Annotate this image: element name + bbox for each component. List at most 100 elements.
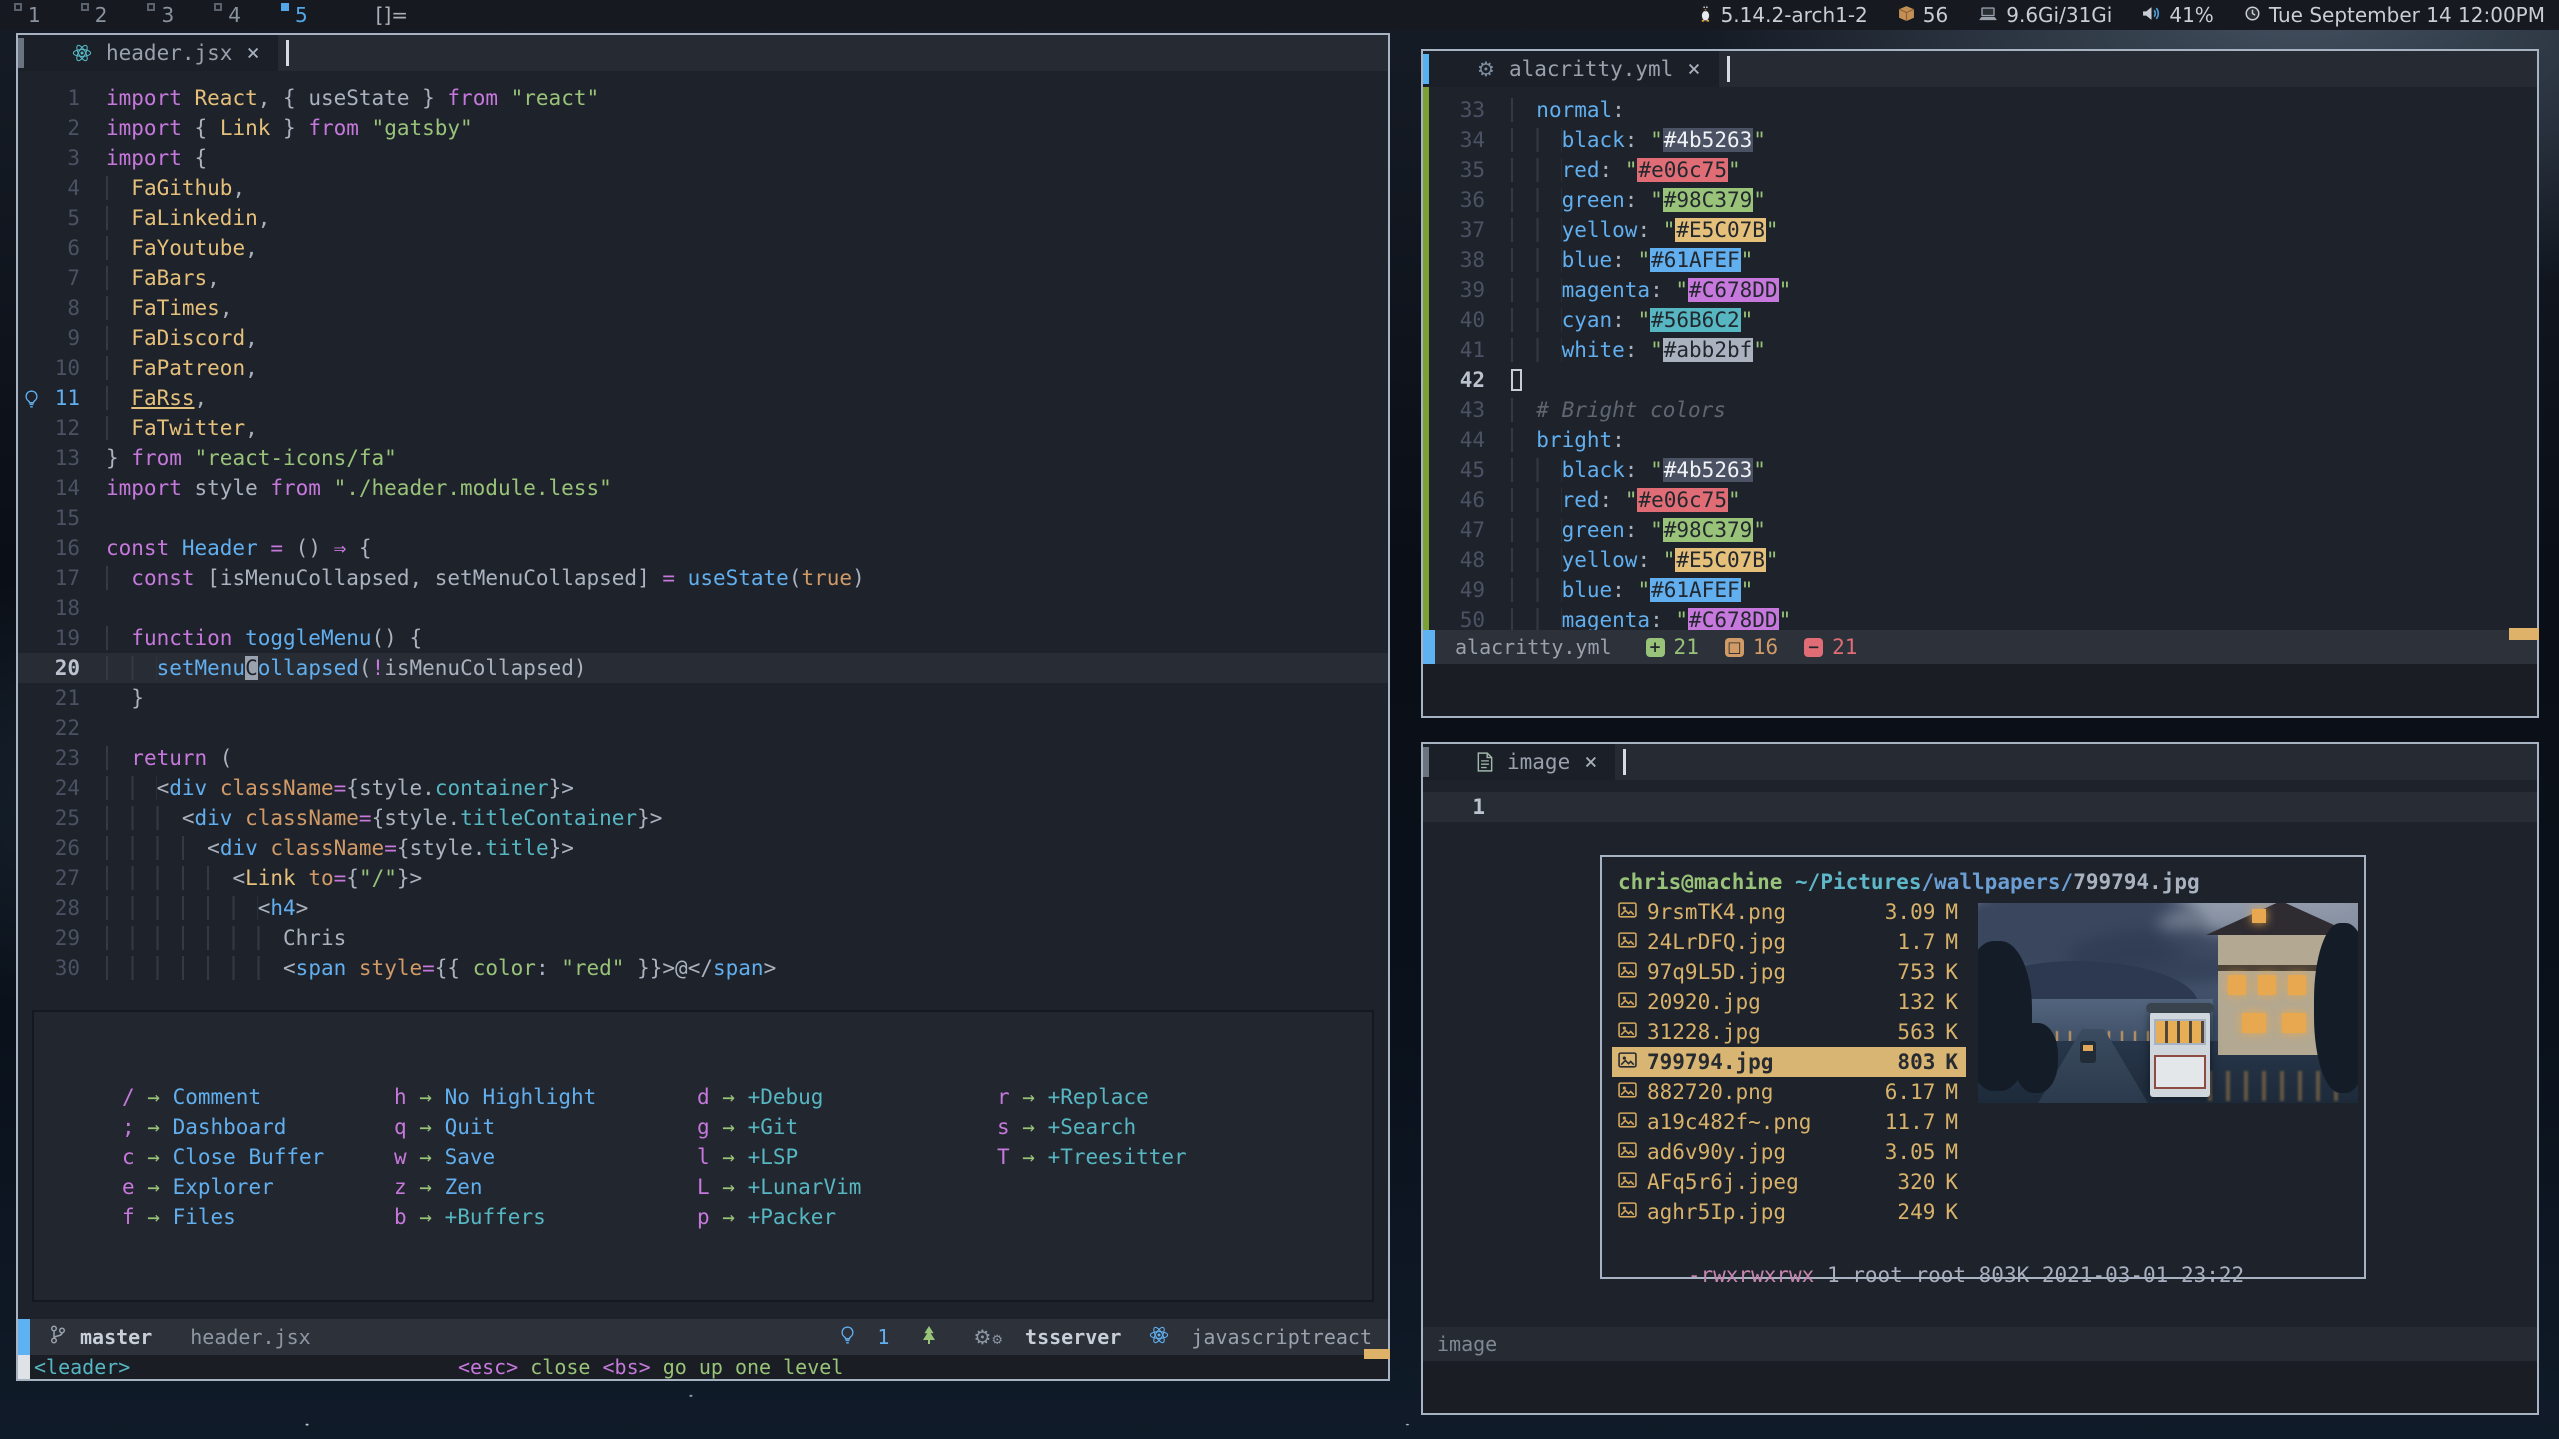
code-line-48[interactable]: 48 yellow: "#E5C07B"	[1423, 545, 2537, 575]
which-key-binding-/[interactable]: / → Comment	[122, 1082, 394, 1112]
code-line-24[interactable]: 24 <div className={style.container}>	[18, 773, 1388, 803]
code-line-18[interactable]: 18	[18, 593, 1388, 623]
file-row-a19c482f~.png[interactable]: a19c482f~.png11.7M	[1612, 1107, 1966, 1137]
scrollbar-indicator[interactable]	[2509, 628, 2539, 640]
which-key-binding-s[interactable]: s → +Search	[997, 1112, 1372, 1142]
tab-close-icon[interactable]: ×	[1584, 750, 1597, 775]
code-line-43[interactable]: 43 # Bright colors	[1423, 395, 2537, 425]
workspace-3[interactable]: 3	[161, 3, 174, 27]
code-line-21[interactable]: 21 }	[18, 683, 1388, 713]
code-line-22[interactable]: 22	[18, 713, 1388, 743]
code-line-8[interactable]: 8 FaTimes,	[18, 293, 1388, 323]
git-branch-name[interactable]: master	[80, 1325, 152, 1349]
workspace-4[interactable]: 4	[228, 3, 241, 27]
code-line-3[interactable]: 3import {	[18, 143, 1388, 173]
editor-window-alacritty-yml[interactable]: ⚙ alacritty.yml × 33 normal:34 black: "#…	[1421, 49, 2539, 718]
code-line-34[interactable]: 34 black: "#4b5263"	[1423, 125, 2537, 155]
command-line[interactable]: <leader> <esc> close <bs> go up one leve…	[18, 1355, 1388, 1379]
code-line-17[interactable]: 17 const [isMenuCollapsed, setMenuCollap…	[18, 563, 1388, 593]
which-key-binding-z[interactable]: z → Zen	[394, 1172, 697, 1202]
code-line-11[interactable]: 11 FaRss,	[18, 383, 1388, 413]
code-line-30[interactable]: 30 <span style={{ color: "red" }}>@</spa…	[18, 953, 1388, 983]
which-key-binding-r[interactable]: r → +Replace	[997, 1082, 1372, 1112]
file-row-882720.png[interactable]: 882720.png6.17M	[1612, 1077, 1966, 1107]
code-line-14[interactable]: 14import style from "./header.module.les…	[18, 473, 1388, 503]
which-key-binding-l[interactable]: l → +LSP	[697, 1142, 997, 1172]
code-text: FaTwitter,	[80, 413, 258, 443]
which-key-binding-q[interactable]: q → Quit	[394, 1112, 697, 1142]
which-key-binding-b[interactable]: b → +Buffers	[394, 1202, 697, 1232]
which-key-binding-f[interactable]: f → Files	[122, 1202, 394, 1232]
file-row-AFq5r6j.jpeg[interactable]: AFq5r6j.jpeg320K	[1612, 1167, 1966, 1197]
code-line-10[interactable]: 10 FaPatreon,	[18, 353, 1388, 383]
code-area-alacritty[interactable]: 33 normal:34 black: "#4b5263"35 red: "#e…	[1423, 87, 2537, 716]
code-line-42[interactable]: 42	[1423, 365, 2537, 395]
file-row-24LrDFQ.jpg[interactable]: 24LrDFQ.jpg1.7M	[1612, 927, 1966, 957]
which-key-binding-g[interactable]: g → +Git	[697, 1112, 997, 1142]
code-line-37[interactable]: 37 yellow: "#E5C07B"	[1423, 215, 2537, 245]
which-key-binding-c[interactable]: c → Close Buffer	[122, 1142, 394, 1172]
code-line-40[interactable]: 40 cyan: "#56B6C2"	[1423, 305, 2537, 335]
tab-close-icon[interactable]: ×	[1687, 57, 1700, 82]
workspace-5[interactable]: 5	[295, 3, 308, 27]
workspace-1[interactable]: 1	[28, 3, 41, 27]
code-line-2[interactable]: 2import { Link } from "gatsby"	[18, 113, 1388, 143]
code-line-41[interactable]: 41 white: "#abb2bf"	[1423, 335, 2537, 365]
code-line-46[interactable]: 46 red: "#e06c75"	[1423, 485, 2537, 515]
which-key-binding-e[interactable]: e → Explorer	[122, 1172, 394, 1202]
code-text: import {	[80, 143, 207, 173]
workspace-indicator	[14, 3, 22, 11]
which-key-binding-T[interactable]: T → +Treesitter	[997, 1142, 1372, 1172]
layout-symbol[interactable]: []=	[376, 3, 408, 27]
code-line-5[interactable]: 5 FaLinkedin,	[18, 203, 1388, 233]
file-row-799794.jpg[interactable]: 799794.jpg803K	[1612, 1047, 1966, 1077]
file-row-ad6v90y.jpg[interactable]: ad6v90y.jpg3.05M	[1612, 1137, 1966, 1167]
which-key-binding-h[interactable]: h → No Highlight	[394, 1082, 697, 1112]
code-line-35[interactable]: 35 red: "#e06c75"	[1423, 155, 2537, 185]
code-line-9[interactable]: 9 FaDiscord,	[18, 323, 1388, 353]
code-line-1[interactable]: 1import React, { useState } from "react"	[18, 83, 1388, 113]
code-line-27[interactable]: 27 <Link to={"/"}>	[18, 863, 1388, 893]
file-row-20920.jpg[interactable]: 20920.jpg132K	[1612, 987, 1966, 1017]
code-line-7[interactable]: 7 FaBars,	[18, 263, 1388, 293]
code-line-49[interactable]: 49 blue: "#61AFEF"	[1423, 575, 2537, 605]
code-line-36[interactable]: 36 green: "#98C379"	[1423, 185, 2537, 215]
code-line-1[interactable]: 1	[1423, 792, 2537, 822]
code-line-4[interactable]: 4 FaGithub,	[18, 173, 1388, 203]
code-line-38[interactable]: 38 blue: "#61AFEF"	[1423, 245, 2537, 275]
code-line-16[interactable]: 16const Header = () ⇒ {	[18, 533, 1388, 563]
code-line-19[interactable]: 19 function toggleMenu() {	[18, 623, 1388, 653]
which-key-binding-;[interactable]: ; → Dashboard	[122, 1112, 394, 1142]
code-line-45[interactable]: 45 black: "#4b5263"	[1423, 455, 2537, 485]
workspace-2[interactable]: 2	[95, 3, 108, 27]
tab-close-icon[interactable]: ×	[246, 41, 259, 66]
code-line-28[interactable]: 28 <h4>	[18, 893, 1388, 923]
which-key-binding-p[interactable]: p → +Packer	[697, 1202, 997, 1232]
code-line-12[interactable]: 12 FaTwitter,	[18, 413, 1388, 443]
file-row-97q9L5D.jpg[interactable]: 97q9L5D.jpg753K	[1612, 957, 1966, 987]
code-line-13[interactable]: 13} from "react-icons/fa"	[18, 443, 1388, 473]
tab-header-jsx[interactable]: header.jsx ×	[18, 35, 278, 71]
code-line-44[interactable]: 44 bright:	[1423, 425, 2537, 455]
editor-window-header-jsx[interactable]: header.jsx × 1import React, { useState }…	[16, 33, 1390, 1381]
editor-window-image[interactable]: image × 1 chris@machine ~/Pictures/wallp…	[1421, 742, 2539, 1415]
file-row-9rsmTK4.png[interactable]: 9rsmTK4.png3.09M	[1612, 897, 1966, 927]
code-line-29[interactable]: 29 Chris	[18, 923, 1388, 953]
which-key-binding-d[interactable]: d → +Debug	[697, 1082, 997, 1112]
code-line-20[interactable]: 20 setMenuCollapsed(!isMenuCollapsed)	[18, 653, 1388, 683]
tab-alacritty-yml[interactable]: ⚙ alacritty.yml ×	[1423, 51, 1719, 87]
file-row-31228.jpg[interactable]: 31228.jpg563K	[1612, 1017, 1966, 1047]
scrollbar-indicator[interactable]	[1364, 1349, 1390, 1359]
tab-image[interactable]: image ×	[1423, 744, 1615, 780]
code-line-15[interactable]: 15	[18, 503, 1388, 533]
code-line-25[interactable]: 25 <div className={style.titleContainer}…	[18, 803, 1388, 833]
code-line-33[interactable]: 33 normal:	[1423, 95, 2537, 125]
code-line-26[interactable]: 26 <div className={style.title}>	[18, 833, 1388, 863]
code-line-23[interactable]: 23 return (	[18, 743, 1388, 773]
code-line-6[interactable]: 6 FaYoutube,	[18, 233, 1388, 263]
code-line-47[interactable]: 47 green: "#98C379"	[1423, 515, 2537, 545]
which-key-binding-w[interactable]: w → Save	[394, 1142, 697, 1172]
which-key-binding-L[interactable]: L → +LunarVim	[697, 1172, 997, 1202]
code-line-39[interactable]: 39 magenta: "#C678DD"	[1423, 275, 2537, 305]
file-row-aghr5Ip.jpg[interactable]: aghr5Ip.jpg249K	[1612, 1197, 1966, 1227]
